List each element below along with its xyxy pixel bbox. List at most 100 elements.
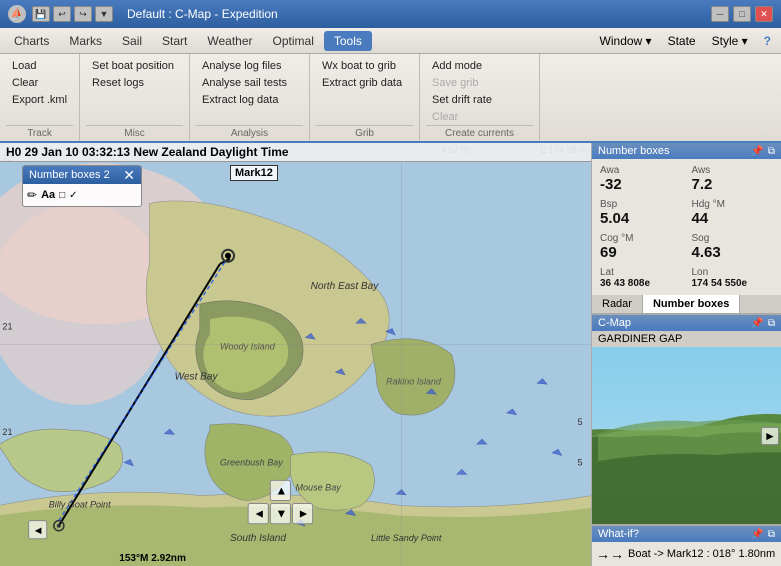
nb-cell-hdg: Hdg °M 44 (688, 197, 778, 229)
svg-text:Greenbush Bay: Greenbush Bay (220, 457, 283, 467)
whatif-header: What-if? 📌 ⧉ (592, 526, 781, 542)
titlebar-controls: ─ □ ✕ (711, 6, 773, 22)
clear-btn-track[interactable]: Clear (6, 75, 73, 91)
analyse-sail-tests-btn[interactable]: Analyse sail tests (196, 75, 303, 91)
tab-number-boxes[interactable]: Number boxes (643, 295, 740, 313)
quick-redo-btn[interactable]: ↪ (74, 6, 92, 22)
menu-charts[interactable]: Charts (4, 31, 59, 51)
mark-label: Mark12 (230, 165, 278, 181)
svg-text:5: 5 (578, 457, 583, 467)
main-area: 22 21 21 5 5 153°M 2.92nm North East Bay… (0, 143, 781, 566)
nb-cell-awa: Awa -32 (596, 163, 686, 195)
quick-save-btn[interactable]: 💾 (32, 6, 50, 22)
analysis-buttons: Analyse log files Analyse sail tests Ext… (196, 58, 303, 125)
svg-text:Little Sandy Point: Little Sandy Point (371, 533, 442, 543)
svg-text:▼: ▼ (275, 507, 287, 521)
minimize-btn[interactable]: ─ (711, 6, 729, 22)
whatif-title: What-if? (598, 528, 639, 540)
add-mode-btn[interactable]: Add mode (426, 58, 533, 74)
close-btn[interactable]: ✕ (755, 6, 773, 22)
set-boat-position-btn[interactable]: Set boat position (86, 58, 183, 74)
nb-panel-header: Number boxes 📌 ⧉ (592, 143, 781, 159)
track-label: Track (6, 125, 73, 139)
whatif-panel: What-if? 📌 ⧉ →→ Boat -> Mark12 : 018° 1.… (592, 525, 781, 566)
svg-text:21: 21 (2, 427, 12, 437)
menu-start[interactable]: Start (152, 31, 197, 51)
nb-cell-bsp: Bsp 5.04 (596, 197, 686, 229)
svg-text:Billy Goat Point: Billy Goat Point (49, 500, 111, 510)
svg-text:153°M 2.92nm: 153°M 2.92nm (119, 553, 186, 564)
menu-window[interactable]: Window ▾ (594, 32, 658, 50)
analyse-log-files-btn[interactable]: Analyse log files (196, 58, 303, 74)
panel-tabs: Radar Number boxes (592, 295, 781, 314)
nb-float-small-icon1: □ (59, 190, 65, 201)
menu-weather[interactable]: Weather (197, 31, 262, 51)
analysis-label: Analysis (196, 125, 303, 139)
cmap-pin-icon[interactable]: 📌 (751, 318, 763, 329)
menu-style[interactable]: Style ▾ (706, 32, 754, 50)
nb-cell-cog: Cog °M 69 (596, 231, 686, 263)
grib-buttons: Wx boat to grib Extract grib data (316, 58, 413, 125)
svg-text:◄: ◄ (33, 525, 44, 537)
reset-logs-btn[interactable]: Reset logs (86, 75, 183, 91)
maximize-btn[interactable]: □ (733, 6, 751, 22)
nb-pin-icon[interactable]: 📌 (751, 146, 763, 157)
cmap-scroll-right[interactable]: ► (761, 427, 779, 445)
svg-text:North East Bay: North East Bay (311, 281, 380, 292)
nb-float-body: ✏ Aa □ ✓ (23, 184, 141, 206)
nb-float-aa: Aa (41, 189, 55, 201)
nb-cell-aws: Aws 7.2 (688, 163, 778, 195)
titlebar-title: Default : C-Map - Expedition (127, 7, 278, 21)
titlebar-left: ⛵ 💾 ↩ ↪ ▼ Default : C-Map - Expedition (8, 5, 278, 23)
cmap-location: GARDINER GAP (592, 331, 781, 347)
misc-label: Misc (86, 125, 183, 139)
pencil-icon: ✏ (27, 188, 37, 202)
svg-text:Woody Island: Woody Island (220, 341, 276, 351)
cmap-image: ► (592, 347, 781, 524)
nb-cell-sog: Sog 4.63 (688, 231, 778, 263)
svg-text:►: ► (298, 507, 310, 521)
tab-radar[interactable]: Radar (592, 295, 643, 313)
quick-undo-btn[interactable]: ↩ (53, 6, 71, 22)
menu-state[interactable]: State (662, 32, 702, 50)
nb-float-title: Number boxes 2 (29, 169, 110, 181)
map-timestamp: H0 29 Jan 10 03:32:13 New Zealand Daylig… (0, 143, 591, 162)
nb-float-close[interactable]: ✕ (123, 168, 135, 182)
load-btn[interactable]: Load (6, 58, 73, 74)
whatif-float-icon[interactable]: ⧉ (768, 529, 775, 540)
svg-text:South Island: South Island (230, 533, 286, 544)
whatif-text: Boat -> Mark12 : 018° 1.80nm (628, 548, 775, 560)
nb-panel-title: Number boxes (598, 145, 670, 157)
menu-marks[interactable]: Marks (59, 31, 112, 51)
ribbon-group-track: Load Clear Export .kml Track (0, 54, 80, 141)
whatif-arrows: →→ (596, 546, 624, 562)
export-kml-btn[interactable]: Export .kml (6, 92, 73, 108)
create-currents-buttons: Add mode Save grib Set drift rate Clear (426, 58, 533, 125)
whatif-row: →→ Boat -> Mark12 : 018° 1.80nm (596, 546, 777, 562)
cmap-panel-header: C-Map 📌 ⧉ (592, 315, 781, 331)
ribbon-group-grib: Wx boat to grib Extract grib data Grib (310, 54, 420, 141)
cmap-float-icon[interactable]: ⧉ (768, 318, 775, 329)
quick-menu-btn[interactable]: ▼ (95, 6, 113, 22)
menu-tools[interactable]: Tools (324, 31, 372, 51)
extract-grib-data-btn[interactable]: Extract grib data (316, 75, 413, 91)
nb-float-small-icon2: ✓ (69, 190, 77, 201)
svg-text:Rakino Island: Rakino Island (386, 377, 442, 387)
wx-boat-to-grib-btn[interactable]: Wx boat to grib (316, 58, 413, 74)
clear-btn-currents: Clear (426, 109, 533, 125)
svg-text:5: 5 (578, 417, 583, 427)
nb-float-icon[interactable]: ⧉ (768, 146, 775, 157)
map-area[interactable]: 22 21 21 5 5 153°M 2.92nm North East Bay… (0, 143, 591, 566)
menu-optimal[interactable]: Optimal (263, 31, 324, 51)
ribbon-group-analysis: Analyse log files Analyse sail tests Ext… (190, 54, 310, 141)
menu-sail[interactable]: Sail (112, 31, 152, 51)
set-drift-rate-btn[interactable]: Set drift rate (426, 92, 533, 108)
nb-cell-lat: Lat 36 43 808e (596, 265, 686, 291)
whatif-pin-icon[interactable]: 📌 (751, 529, 763, 540)
extract-log-data-btn[interactable]: Extract log data (196, 92, 303, 108)
ribbon-group-misc: Set boat position Reset logs Misc (80, 54, 190, 141)
number-boxes-float: Number boxes 2 ✕ ✏ Aa □ ✓ (22, 165, 142, 207)
help-icon[interactable]: ? (758, 32, 777, 50)
create-currents-label: Create currents (426, 125, 533, 139)
app-icon: ⛵ (8, 5, 26, 23)
